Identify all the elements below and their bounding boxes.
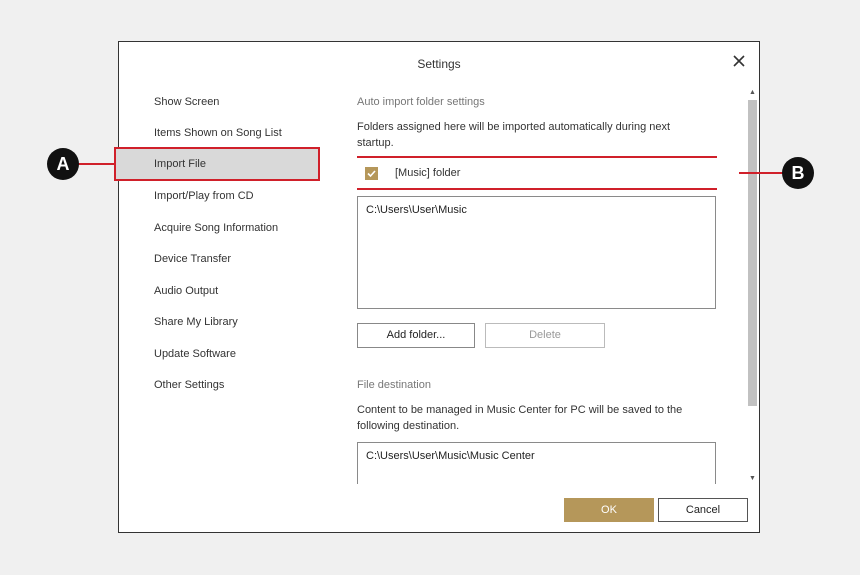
delete-button[interactable]: Delete (485, 323, 605, 348)
scroll-down-icon[interactable]: ▼ (746, 474, 759, 484)
dialog-title: Settings (417, 57, 461, 71)
nav-item-import-play-cd[interactable]: Import/Play from CD (154, 190, 254, 202)
nav-item-items-shown[interactable]: Items Shown on Song List (154, 127, 282, 139)
ok-button[interactable]: OK (564, 498, 654, 522)
scroll-thumb[interactable] (748, 100, 757, 406)
file-destination-title: File destination (357, 379, 431, 391)
nav-item-acquire-song-info[interactable]: Acquire Song Information (154, 222, 278, 234)
folder-list-item[interactable]: C:\Users\User\Music (366, 204, 707, 216)
add-folder-button[interactable]: Add folder... (357, 323, 475, 348)
import-folder-list[interactable]: C:\Users\User\Music (357, 196, 716, 309)
music-folder-checkbox[interactable] (365, 167, 378, 180)
callout-a-line (78, 163, 114, 165)
file-destination-description: Content to be managed in Music Center fo… (357, 404, 683, 432)
nav-item-update-software[interactable]: Update Software (154, 348, 236, 360)
cancel-button[interactable]: Cancel (658, 498, 748, 522)
content-scrollbar[interactable]: ▲ ▼ (746, 88, 759, 484)
nav-item-device-transfer[interactable]: Device Transfer (154, 253, 231, 265)
music-folder-label: [Music] folder (395, 167, 461, 179)
auto-import-title: Auto import folder settings (357, 96, 485, 108)
scroll-up-icon[interactable]: ▲ (746, 88, 759, 98)
destination-path: C:\Users\User\Music\Music Center (366, 450, 535, 462)
nav-item-share-library[interactable]: Share My Library (154, 316, 238, 328)
settings-content: Auto import folder settings Folders assi… (357, 92, 717, 484)
settings-dialog: Settings Show Screen Items Shown on Song… (114, 41, 760, 533)
nav-item-show-screen[interactable]: Show Screen (154, 96, 219, 108)
auto-import-description: Folders assigned here will be imported a… (357, 121, 671, 149)
callout-b-line (739, 172, 785, 174)
callout-b-badge: B (782, 157, 814, 189)
music-folder-checkbox-row[interactable]: [Music] folder (357, 156, 717, 190)
destination-path-box[interactable]: C:\Users\User\Music\Music Center (357, 442, 716, 484)
nav-item-other-settings[interactable]: Other Settings (154, 379, 224, 391)
nav-item-import-file[interactable]: Import File (114, 147, 320, 181)
nav-item-audio-output[interactable]: Audio Output (154, 285, 218, 297)
callout-a-badge: A (47, 148, 79, 180)
close-icon[interactable] (731, 53, 747, 69)
